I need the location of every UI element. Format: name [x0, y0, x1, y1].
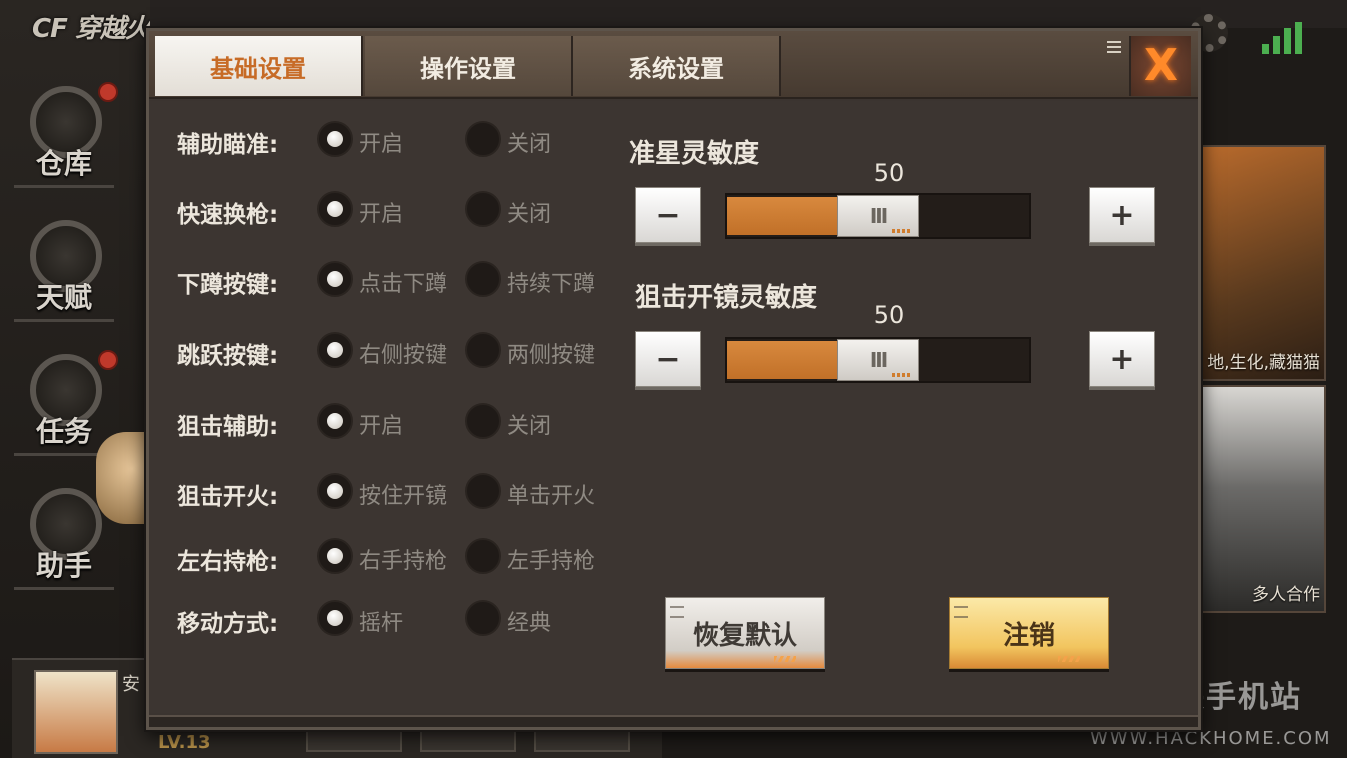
option-b-label: 单击开火	[507, 484, 596, 509]
notification-badge	[98, 82, 118, 102]
settings-dialog: 基础设置 操作设置 系统设置 X 辅助瞄准: 开启 关闭 快速换枪: 开启 关闭…	[146, 28, 1201, 730]
mode-cards: 地,生化,藏猫猫 多人合作	[1200, 140, 1330, 620]
radio-option-a[interactable]	[317, 538, 353, 574]
option-a-label: 右侧按键	[359, 343, 448, 368]
radio-option-a[interactable]	[317, 191, 353, 227]
option-b-label: 关闭	[507, 202, 552, 227]
radio-option-b[interactable]	[465, 261, 501, 297]
mode-card-caption: 地,生化,藏猫猫	[1207, 353, 1320, 373]
setting-weapon-hand: 左右持枪: 右手持枪 左手持枪	[177, 538, 617, 578]
sidebar-item-warehouse[interactable]: 仓库	[14, 78, 118, 188]
setting-aim-assist: 辅助瞄准: 开启 关闭	[177, 121, 617, 161]
radio-option-a[interactable]	[317, 473, 353, 509]
option-b-label: 经典	[507, 611, 552, 636]
scope-sensitivity-value: 50	[873, 301, 905, 329]
setting-label: 下蹲按键:	[177, 272, 279, 298]
radio-option-b[interactable]	[465, 473, 501, 509]
watermark-url: WWW.HACKHOME.COM	[1090, 728, 1332, 749]
player-name: 安	[122, 674, 140, 695]
notification-badge	[98, 350, 118, 370]
option-b-label: 两侧按键	[507, 343, 596, 368]
setting-label: 快速换枪:	[177, 202, 279, 228]
sidebar-item-tasks[interactable]: 任务	[14, 346, 118, 456]
setting-sniper-fire: 狙击开火: 按住开镜 单击开火	[177, 473, 617, 513]
option-a-label: 开启	[359, 132, 404, 157]
mode-card[interactable]: 多人合作	[1200, 385, 1326, 613]
sidebar-item-label: 任务	[35, 415, 92, 448]
option-a-label: 开启	[359, 414, 404, 439]
scope-sensitivity-title: 狙击开镜灵敏度	[635, 283, 818, 313]
setting-jump-key: 跳跃按键: 右侧按键 两侧按键	[177, 332, 617, 372]
crosshair-sensitivity-value: 50	[873, 159, 905, 187]
scope-plus-button[interactable]: +	[1089, 331, 1155, 387]
signal-icon	[1262, 22, 1302, 54]
slider-fill	[727, 341, 837, 379]
radio-option-a[interactable]	[317, 261, 353, 297]
radio-option-b[interactable]	[465, 600, 501, 636]
setting-label: 左右持枪:	[177, 549, 279, 575]
tab-basic-settings[interactable]: 基础设置	[155, 36, 363, 96]
close-button[interactable]: X	[1129, 36, 1191, 96]
menu-icon	[1107, 41, 1121, 55]
radio-option-a[interactable]	[317, 403, 353, 439]
slider-fill	[727, 197, 837, 235]
settings-tab-bar: 基础设置 操作设置 系统设置 X	[149, 31, 1198, 99]
avatar	[34, 670, 118, 754]
radio-option-b[interactable]	[465, 332, 501, 368]
sidebar-item-label: 仓库	[35, 147, 92, 180]
setting-quick-switch: 快速换枪: 开启 关闭	[177, 191, 617, 231]
scope-minus-button[interactable]: −	[635, 331, 701, 387]
close-icon: X	[1144, 40, 1178, 91]
tab-system-settings[interactable]: 系统设置	[573, 36, 781, 96]
radio-option-a[interactable]	[317, 332, 353, 368]
mode-card-caption: 多人合作	[1252, 585, 1320, 605]
slider-thumb[interactable]: III	[837, 339, 919, 381]
sidebar-item-talent[interactable]: 天赋	[14, 212, 114, 322]
radio-option-a[interactable]	[317, 121, 353, 157]
crosshair-sensitivity-title: 准星灵敏度	[629, 139, 760, 169]
top-bar	[150, 0, 1347, 28]
scope-sensitivity-slider[interactable]: III	[725, 337, 1031, 383]
tab-operation-settings[interactable]: 操作设置	[365, 36, 573, 96]
crosshair-sensitivity-slider[interactable]: III	[725, 193, 1031, 239]
option-a-label: 右手持枪	[359, 549, 448, 574]
setting-label: 狙击开火:	[177, 484, 279, 510]
settings-content: 辅助瞄准: 开启 关闭 快速换枪: 开启 关闭 下蹲按键: 点击下蹲 持续下蹲 …	[149, 101, 1198, 713]
option-b-label: 关闭	[507, 132, 552, 157]
option-a-label: 点击下蹲	[359, 272, 448, 297]
setting-label: 移动方式:	[177, 611, 279, 637]
sidebar-item-label: 助手	[35, 549, 92, 582]
player-level: LV.13	[158, 732, 211, 753]
crosshair-minus-button[interactable]: −	[635, 187, 701, 243]
radio-option-b[interactable]	[465, 191, 501, 227]
option-a-label: 开启	[359, 202, 404, 227]
option-b-label: 持续下蹲	[507, 272, 596, 297]
option-b-label: 关闭	[507, 414, 552, 439]
crosshair-plus-button[interactable]: +	[1089, 187, 1155, 243]
restore-defaults-button[interactable]: 恢复默认	[665, 597, 825, 669]
option-a-label: 摇杆	[359, 611, 404, 636]
setting-label: 狙击辅助:	[177, 414, 279, 440]
radio-option-b[interactable]	[465, 121, 501, 157]
setting-label: 跳跃按键:	[177, 343, 279, 369]
setting-crouch-key: 下蹲按键: 点击下蹲 持续下蹲	[177, 261, 617, 301]
option-b-label: 左手持枪	[507, 549, 596, 574]
setting-label: 辅助瞄准:	[177, 132, 279, 158]
setting-movement-mode: 移动方式: 摇杆 经典	[177, 600, 617, 640]
logout-button[interactable]: 注销	[949, 597, 1109, 669]
slider-thumb[interactable]: III	[837, 195, 919, 237]
radio-option-a[interactable]	[317, 600, 353, 636]
radio-option-b[interactable]	[465, 538, 501, 574]
radio-option-b[interactable]	[465, 403, 501, 439]
sidebar-item-label: 天赋	[35, 281, 92, 314]
option-a-label: 按住开镜	[359, 484, 448, 509]
setting-sniper-assist: 狙击辅助: 开启 关闭	[177, 403, 617, 443]
mode-card[interactable]: 地,生化,藏猫猫	[1200, 145, 1326, 381]
dialog-footer	[149, 715, 1198, 727]
